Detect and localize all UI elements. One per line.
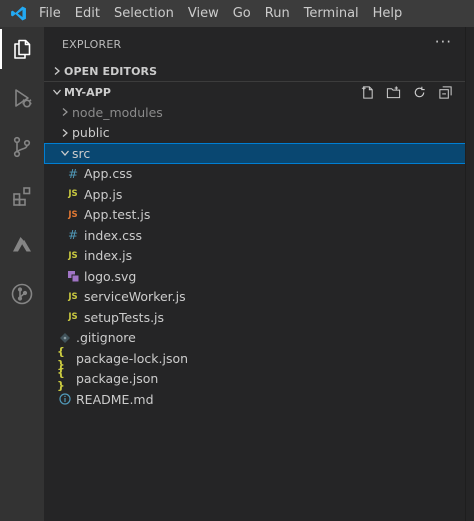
git-lens-icon[interactable]	[0, 274, 44, 314]
tree-file-package-json[interactable]: { } package.json	[44, 365, 466, 392]
chevron-down-icon	[44, 81, 62, 103]
sidebar-header: EXPLORER ···	[44, 27, 466, 60]
tree-folder-src[interactable]: src	[44, 143, 466, 164]
more-actions-icon[interactable]: ···	[435, 33, 452, 51]
project-label: MY-APP	[64, 85, 112, 99]
tree-file-setup-tests-js[interactable]: JS setupTests.js	[44, 307, 466, 328]
css-file-icon: #	[67, 228, 79, 243]
tree-file-index-js[interactable]: JS index.js	[44, 246, 466, 267]
tree-file-app-css[interactable]: # App.css	[44, 164, 466, 185]
open-editors-label: OPEN EDITORS	[64, 64, 158, 78]
chevron-right-icon	[58, 102, 72, 122]
extensions-icon[interactable]	[0, 176, 44, 216]
tree-label: README.md	[76, 391, 154, 407]
refresh-icon[interactable]	[406, 81, 432, 103]
run-debug-icon[interactable]	[0, 78, 44, 118]
vscode-logo-icon	[0, 0, 36, 27]
activity-bar	[0, 27, 44, 521]
open-editors-section[interactable]: OPEN EDITORS	[44, 60, 466, 82]
tree-label: serviceWorker.js	[84, 289, 186, 305]
menu-go[interactable]: Go	[226, 0, 258, 27]
menu-bar: File Edit Selection View Go Run Terminal…	[0, 0, 474, 27]
js-file-icon: JS	[68, 189, 78, 200]
menu-terminal[interactable]: Terminal	[297, 0, 366, 27]
tree-label: index.css	[84, 227, 143, 243]
tree-file-app-js[interactable]: JS App.js	[44, 184, 466, 205]
explorer-sidebar: EXPLORER ··· OPEN EDITORS MY-APP node_mo…	[44, 27, 466, 521]
vscode-window: File Edit Selection View Go Run Terminal…	[0, 0, 474, 521]
tree-file-logo-svg[interactable]: logo.svg	[44, 266, 466, 287]
tree-label: setupTests.js	[84, 309, 165, 325]
test-js-file-icon: JS	[68, 209, 78, 220]
chevron-down-icon	[58, 143, 72, 163]
chevron-right-icon	[58, 123, 72, 143]
tree-file-package-lock-json[interactable]: { } package-lock.json	[44, 345, 466, 371]
tree-file-index-css[interactable]: # index.css	[44, 225, 466, 246]
project-section[interactable]: MY-APP	[44, 81, 466, 103]
azure-icon[interactable]	[0, 225, 44, 265]
menu-run[interactable]: Run	[258, 0, 297, 27]
tree-folder-node-modules[interactable]: node_modules	[44, 102, 466, 123]
new-folder-icon[interactable]	[380, 81, 406, 103]
tree-file-app-test-js[interactable]: JS App.test.js	[44, 205, 466, 226]
info-file-icon	[57, 389, 73, 409]
scrollbar[interactable]	[465, 27, 474, 521]
tree-label: package-lock.json	[76, 350, 189, 366]
menu-view[interactable]: View	[181, 0, 226, 27]
tree-label: App.js	[84, 186, 123, 202]
new-file-icon[interactable]	[354, 81, 380, 103]
tree-label: logo.svg	[84, 268, 137, 284]
js-file-icon: JS	[68, 250, 78, 261]
json-file-icon: { }	[57, 365, 65, 392]
tree-label: node_modules	[72, 104, 163, 120]
collapse-all-icon[interactable]	[432, 81, 458, 103]
tree-file-readme-md[interactable]: README.md	[44, 389, 466, 410]
tree-file-service-worker-js[interactable]: JS serviceWorker.js	[44, 287, 466, 308]
js-file-icon: JS	[68, 291, 78, 302]
css-file-icon: #	[67, 166, 79, 181]
js-file-icon: JS	[68, 312, 78, 323]
tree-label: package.json	[76, 371, 159, 387]
tree-label: public	[72, 125, 110, 141]
chevron-right-icon	[44, 60, 62, 82]
menu-edit[interactable]: Edit	[68, 0, 107, 27]
source-control-icon[interactable]	[0, 127, 44, 167]
tree-label: App.css	[84, 166, 133, 182]
project-actions	[354, 81, 458, 103]
files-icon[interactable]	[0, 29, 44, 69]
sidebar-title: EXPLORER	[62, 38, 122, 51]
tree-folder-public[interactable]: public	[44, 123, 466, 144]
menu-file[interactable]: File	[36, 0, 68, 27]
svg-file-icon	[65, 266, 81, 286]
tree-file-gitignore[interactable]: .gitignore	[44, 328, 466, 349]
tree-label: .gitignore	[76, 330, 136, 346]
tree-label: src	[72, 145, 91, 161]
tree-label: App.test.js	[84, 207, 151, 223]
menu-help[interactable]: Help	[366, 0, 410, 27]
menu-selection[interactable]: Selection	[107, 0, 181, 27]
tree-label: index.js	[84, 248, 133, 264]
